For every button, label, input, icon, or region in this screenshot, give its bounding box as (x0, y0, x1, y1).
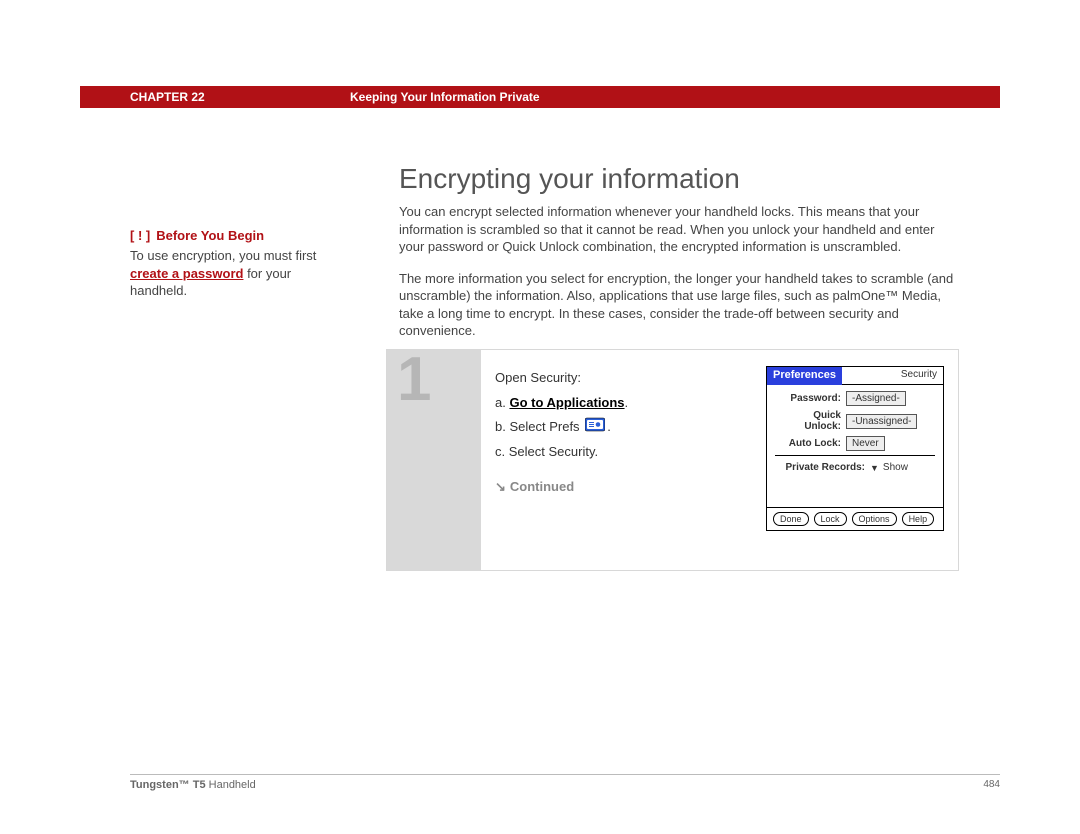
before-you-begin-text: To use encryption, you must first create… (130, 247, 330, 300)
product-name: Tungsten™ T5 Handheld (130, 779, 256, 791)
palm-title-right: Security (842, 367, 943, 385)
palm-private-value[interactable]: Show (881, 462, 910, 473)
dropdown-icon: ▼ (870, 463, 879, 473)
intro-paragraph-2: The more information you select for encr… (399, 270, 959, 340)
palm-row-password: Password: -Assigned- (775, 391, 935, 406)
prefs-icon (585, 416, 605, 441)
palm-titlebar: Preferences Security (767, 367, 943, 385)
chapter-header-bar: CHAPTER 22 Keeping Your Information Priv… (80, 86, 1000, 108)
palm-screenshot: Preferences Security Password: -Assigned… (766, 366, 944, 531)
create-password-link[interactable]: create a password (130, 266, 243, 281)
go-to-applications-link[interactable]: Go to Applications (509, 395, 624, 410)
palm-password-value[interactable]: -Assigned- (846, 391, 906, 406)
page-footer: Tungsten™ T5 Handheld 484 (130, 774, 1000, 791)
palm-autolock-value[interactable]: Never (846, 436, 885, 451)
intro-paragraph-1: You can encrypt selected information whe… (399, 203, 959, 256)
page-heading: Encrypting your information (399, 163, 959, 195)
palm-row-autolock: Auto Lock: Never (775, 436, 935, 451)
before-you-begin-label: Before You Begin (156, 228, 264, 243)
alert-marker-icon: [ ! ] (130, 228, 150, 243)
palm-row-quickunlock: Quick Unlock: -Unassigned- (775, 410, 935, 432)
palm-quickunlock-value[interactable]: -Unassigned- (846, 414, 917, 429)
palm-options-button[interactable]: Options (852, 512, 897, 526)
palm-button-bar: Done Lock Options Help (767, 507, 943, 530)
palm-title-left: Preferences (767, 367, 842, 385)
before-you-begin-sidebar: [ ! ] Before You Begin To use encryption,… (130, 228, 330, 300)
before-you-begin-heading: [ ! ] Before You Begin (130, 228, 330, 243)
chapter-title: Keeping Your Information Private (350, 90, 540, 104)
palm-done-button[interactable]: Done (773, 512, 809, 526)
palm-lock-button[interactable]: Lock (814, 512, 847, 526)
continued-arrow-icon: ↘ (495, 479, 506, 495)
step-number: 1 (397, 344, 431, 415)
main-content: Encrypting your information You can encr… (399, 163, 959, 354)
step-box: 1 Open Security: a. Go to Applications. … (386, 349, 959, 571)
palm-divider (775, 455, 935, 456)
chapter-number: CHAPTER 22 (80, 90, 350, 104)
step-body: Open Security: a. Go to Applications. b.… (481, 350, 958, 570)
page-number: 484 (983, 779, 1000, 791)
palm-row-private: Private Records: ▼ Show (775, 462, 935, 473)
palm-help-button[interactable]: Help (902, 512, 935, 526)
